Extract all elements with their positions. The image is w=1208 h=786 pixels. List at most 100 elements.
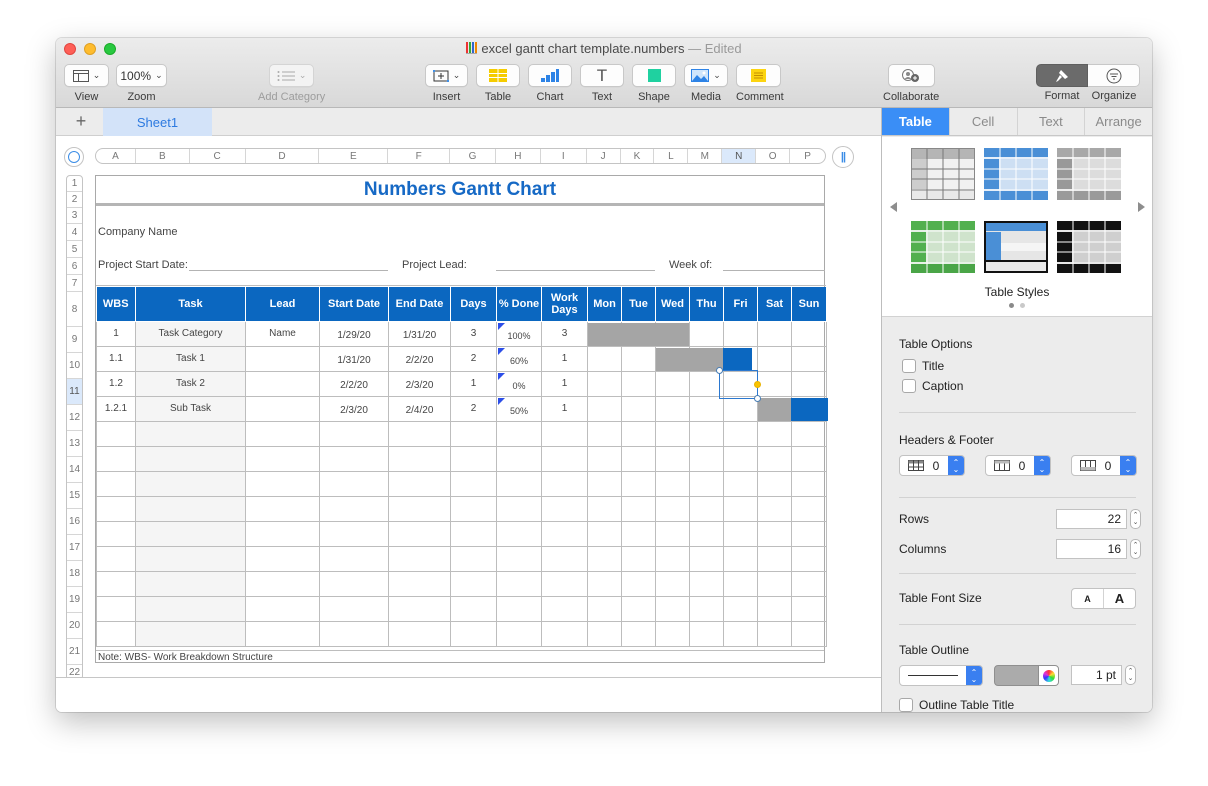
empty-cell[interactable] [450, 570, 497, 597]
cell-work-days[interactable]: 3 [541, 320, 588, 347]
empty-cell[interactable] [621, 595, 656, 622]
cell-end[interactable]: 2/3/20 [388, 370, 451, 397]
empty-cell[interactable] [450, 520, 497, 547]
empty-cell[interactable] [319, 420, 389, 447]
cell-pct[interactable]: 50% [496, 395, 542, 422]
selected-shape-outline[interactable] [719, 370, 758, 399]
format-button[interactable] [1036, 64, 1088, 87]
table-button[interactable] [476, 64, 520, 87]
page-dot-2[interactable] [1020, 303, 1025, 308]
empty-cell[interactable] [135, 470, 246, 497]
empty-cell[interactable] [450, 445, 497, 472]
shape-resize-handle[interactable] [716, 367, 723, 374]
increase-font-button[interactable]: A [1104, 589, 1135, 608]
sheet-tab-sheet1[interactable]: Sheet1 [103, 108, 212, 136]
cell-day-sat[interactable] [757, 320, 792, 347]
empty-cell[interactable] [621, 570, 656, 597]
cell-pct[interactable]: 0% [496, 370, 542, 397]
empty-cell[interactable] [450, 545, 497, 572]
empty-cell[interactable] [655, 470, 690, 497]
cell-day-thu[interactable] [689, 320, 724, 347]
empty-cell[interactable] [450, 495, 497, 522]
empty-cell[interactable] [135, 445, 246, 472]
row-header-6[interactable]: 6 [67, 258, 82, 275]
empty-cell[interactable] [791, 445, 827, 472]
column-header-e[interactable]: E [319, 149, 389, 163]
empty-cell[interactable] [587, 620, 622, 647]
empty-cell[interactable] [723, 545, 758, 572]
cell-end[interactable]: 1/31/20 [388, 320, 451, 347]
cell-lead[interactable] [245, 345, 320, 372]
row-header-9[interactable]: 9 [67, 327, 82, 353]
empty-cell[interactable] [388, 420, 451, 447]
cell-day-mon[interactable] [587, 345, 622, 372]
empty-cell[interactable] [496, 620, 542, 647]
empty-cell[interactable] [135, 520, 246, 547]
select-table-handle[interactable] [64, 147, 84, 167]
shape-control-point-handle[interactable] [754, 381, 761, 388]
cell-task[interactable]: Task 1 [135, 345, 246, 372]
column-header-n[interactable]: N [722, 149, 757, 163]
cell-start[interactable]: 1/31/20 [319, 345, 389, 372]
table-style-3[interactable] [1057, 148, 1121, 200]
empty-cell[interactable] [723, 495, 758, 522]
column-heading-done[interactable]: % Done [496, 287, 542, 322]
empty-cell[interactable] [135, 420, 246, 447]
empty-cell[interactable] [135, 595, 246, 622]
empty-cell[interactable] [245, 595, 320, 622]
cell-start[interactable]: 2/2/20 [319, 370, 389, 397]
row-header-7[interactable]: 7 [67, 275, 82, 292]
cell-wbs[interactable]: 1 [96, 320, 136, 347]
cell-end[interactable]: 2/2/20 [388, 345, 451, 372]
row-header-14[interactable]: 14 [67, 457, 82, 483]
empty-cell[interactable] [319, 520, 389, 547]
empty-cell[interactable] [450, 620, 497, 647]
empty-cell[interactable] [723, 570, 758, 597]
empty-cell[interactable] [757, 470, 792, 497]
outline-title-checkbox[interactable] [899, 698, 913, 712]
cell-day-fri[interactable] [723, 320, 758, 347]
empty-cell[interactable] [319, 445, 389, 472]
column-header-c[interactable]: C [190, 149, 246, 163]
project-start-field[interactable] [189, 270, 388, 271]
empty-cell[interactable] [757, 620, 792, 647]
cell-day-mon[interactable] [587, 370, 622, 397]
empty-cell[interactable] [723, 420, 758, 447]
empty-cell[interactable] [621, 495, 656, 522]
empty-cell[interactable] [621, 620, 656, 647]
empty-cell[interactable] [388, 520, 451, 547]
empty-cell[interactable] [319, 495, 389, 522]
empty-cell[interactable] [135, 545, 246, 572]
empty-cell[interactable] [245, 545, 320, 572]
empty-cell[interactable] [388, 570, 451, 597]
column-header-l[interactable]: L [654, 149, 689, 163]
column-header-d[interactable]: D [246, 149, 320, 163]
view-button[interactable]: ⌄ [64, 64, 109, 87]
page-dot-1[interactable] [1009, 303, 1014, 308]
empty-cell[interactable] [791, 570, 827, 597]
empty-cell[interactable] [135, 570, 246, 597]
column-heading-mon[interactable]: Mon [587, 287, 622, 322]
table-style-1[interactable] [911, 148, 975, 200]
week-of-field[interactable] [723, 270, 825, 271]
empty-cell[interactable] [587, 445, 622, 472]
organize-button[interactable] [1088, 64, 1140, 87]
empty-cell[interactable] [541, 545, 588, 572]
project-lead-field[interactable] [496, 270, 655, 271]
cell-day-mon[interactable] [587, 395, 622, 422]
empty-cell[interactable] [621, 520, 656, 547]
cell-start[interactable]: 1/29/20 [319, 320, 389, 347]
empty-cell[interactable] [689, 545, 724, 572]
column-heading-work-days[interactable]: Work Days [541, 287, 588, 322]
empty-cell[interactable] [689, 470, 724, 497]
empty-cell[interactable] [757, 570, 792, 597]
cell-day-sun[interactable] [791, 345, 827, 372]
empty-cell[interactable] [791, 545, 827, 572]
row-header-22[interactable]: 22 [67, 665, 82, 678]
outline-style-dropdown[interactable]: ⌃ ⌄ [899, 665, 983, 686]
stepper-arrows-icon[interactable]: ⌃ ⌄ [1034, 456, 1050, 475]
cell-days[interactable]: 1 [450, 370, 497, 397]
empty-cell[interactable] [245, 570, 320, 597]
tab-table[interactable]: Table [882, 108, 950, 135]
empty-cell[interactable] [496, 595, 542, 622]
